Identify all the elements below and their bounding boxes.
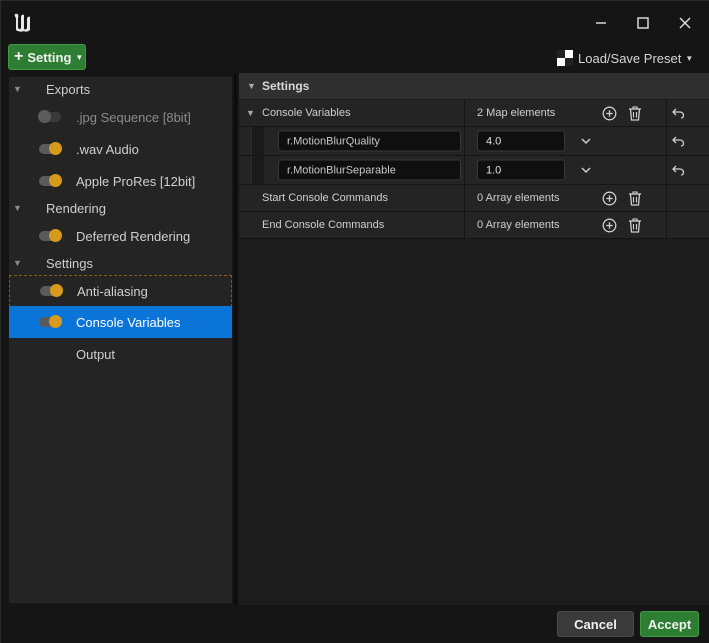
enable-toggle[interactable] [39,174,62,187]
property-name: End Console Commands [262,219,385,231]
column-divider [666,185,667,211]
plus-icon: + [14,48,24,65]
reset-to-default-icon[interactable] [670,105,686,121]
add-element-icon[interactable] [601,217,617,233]
array-summary: 0 Array elements [477,192,560,204]
expand-arrow-icon[interactable]: ▼ [13,84,22,94]
tree-item-output[interactable]: Output [9,338,232,370]
settings-tree: ▼ Exports .jpg Sequence [8bit] .wav Audi… [9,77,232,603]
section-title: Settings [262,79,310,93]
toggle-knob [49,142,62,155]
preset-icon [557,50,573,66]
console-variables-row: ▼ Console Variables 2 Map elements [239,100,709,127]
movie-render-settings-window: + Setting ▼ Load/Save Preset ▼ ▼ Exports… [0,0,709,643]
reset-to-default-icon[interactable] [670,133,686,149]
indent-guide [251,156,264,184]
map-key-field[interactable] [278,130,461,152]
tree-item-jpg-sequence[interactable]: .jpg Sequence [8bit] [9,101,232,133]
add-setting-label: Setting [27,49,72,65]
map-entry-row [239,156,709,185]
load-save-preset-button[interactable]: Load/Save Preset ▼ [557,47,693,69]
column-divider [464,100,465,126]
unreal-engine-logo-icon [9,10,35,36]
chevron-down-icon[interactable] [579,134,593,148]
column-divider [464,212,465,238]
accept-button[interactable]: Accept [640,611,699,637]
title-bar [1,1,709,43]
expand-arrow-icon[interactable]: ▼ [13,258,22,268]
tree-item-wav-audio[interactable]: .wav Audio [9,133,232,165]
expand-arrow-icon[interactable]: ▼ [246,108,255,118]
indent-guide [251,127,264,155]
close-icon[interactable] [675,13,695,33]
map-summary: 2 Map elements [477,107,556,119]
column-divider [464,127,465,155]
tree-category-label: Rendering [46,200,106,216]
tree-item-label: Deferred Rendering [76,228,191,244]
enable-toggle[interactable] [39,229,62,242]
tree-category-rendering[interactable]: ▼ Rendering [9,196,232,220]
column-divider [666,212,667,238]
caret-down-icon: ▼ [75,52,84,62]
chevron-down-icon[interactable] [579,163,593,177]
enable-toggle[interactable] [38,110,61,123]
dialog-footer: Cancel Accept [1,605,709,643]
column-divider [464,185,465,211]
trash-icon[interactable] [627,217,643,233]
tree-category-settings[interactable]: ▼ Settings [9,251,232,275]
column-divider [666,100,667,126]
tree-item-label: Apple ProRes [12bit] [76,173,196,189]
load-save-preset-label: Load/Save Preset [578,50,682,66]
map-value-field[interactable] [477,159,565,181]
tree-item-apple-prores[interactable]: Apple ProRes [12bit] [9,165,232,197]
start-console-commands-row: Start Console Commands 0 Array elements [239,185,709,212]
tree-item-deferred-rendering[interactable]: Deferred Rendering [9,220,232,252]
tree-item-console-variables[interactable]: Console Variables [9,306,232,338]
toggle-knob [49,174,62,187]
expand-arrow-icon[interactable]: ▼ [13,203,22,213]
caret-down-icon: ▼ [685,53,694,63]
toggle-knob [49,229,62,242]
tree-item-label: Console Variables [76,314,181,330]
toolbar: + Setting ▼ Load/Save Preset ▼ [1,43,709,73]
array-summary: 0 Array elements [477,219,560,231]
tree-category-exports[interactable]: ▼ Exports [9,77,232,101]
map-value-field[interactable] [477,130,565,152]
property-name: Start Console Commands [262,192,388,204]
toggle-knob [49,315,62,328]
column-divider [464,156,465,184]
reset-to-default-icon[interactable] [670,162,686,178]
enable-toggle[interactable] [39,142,62,155]
minimize-icon[interactable] [591,13,611,33]
trash-icon[interactable] [627,190,643,206]
property-name: Console Variables [262,107,351,119]
add-setting-button[interactable]: + Setting ▼ [8,44,86,70]
cancel-button[interactable]: Cancel [557,611,634,637]
map-entry-row [239,127,709,156]
settings-section-header[interactable]: ▼ Settings [239,73,709,99]
tree-category-label: Exports [46,81,91,97]
map-key-field[interactable] [278,159,461,181]
details-panel: ▼ Settings ▼ Console Variables 2 Map ele… [239,73,709,605]
trash-icon[interactable] [627,105,643,121]
tree-category-label: Settings [46,255,93,271]
tree-item-label: Output [76,346,116,362]
add-element-icon[interactable] [601,105,617,121]
expand-arrow-icon[interactable]: ▼ [247,81,256,91]
column-divider [666,127,667,155]
tree-item-label: .wav Audio [76,141,139,157]
maximize-icon[interactable] [633,13,653,33]
add-element-icon[interactable] [601,190,617,206]
enable-toggle[interactable] [40,284,63,297]
toggle-knob [50,284,63,297]
tree-item-anti-aliasing[interactable]: Anti-aliasing [9,275,232,307]
toggle-knob [38,110,51,123]
tree-item-label: .jpg Sequence [8bit] [76,109,191,125]
column-divider [666,156,667,184]
enable-toggle[interactable] [39,315,62,328]
tree-item-label: Anti-aliasing [77,283,148,299]
panel-splitter[interactable] [234,73,237,605]
end-console-commands-row: End Console Commands 0 Array elements [239,212,709,239]
